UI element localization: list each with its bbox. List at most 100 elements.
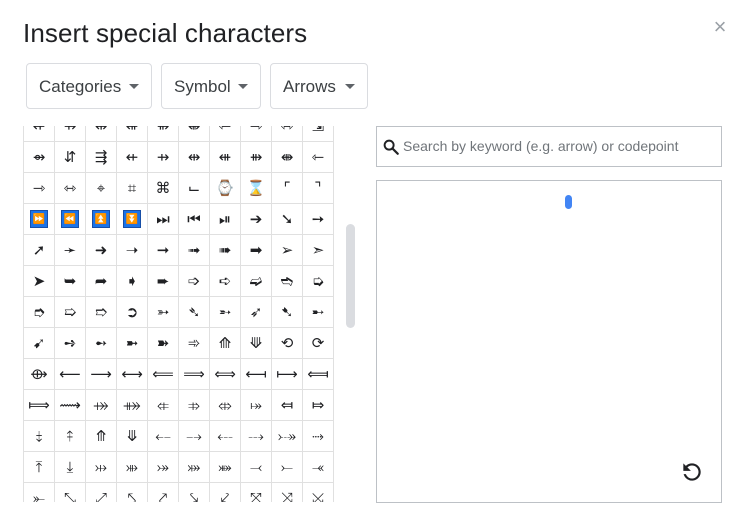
character-cell[interactable]: ➣ [303,235,334,266]
character-cell[interactable]: ⏫ [86,204,117,235]
character-cell[interactable]: ⟳ [303,328,334,359]
character-cell[interactable]: ➫ [241,266,272,297]
categories-dropdown[interactable]: Categories [26,63,152,109]
character-cell[interactable]: ➞ [148,235,179,266]
character-cell[interactable]: ⟱ [241,328,272,359]
character-cell[interactable]: ⏮ [179,204,210,235]
character-cell[interactable]: ⤒ [24,452,55,483]
character-cell[interactable]: ➔ [241,204,272,235]
character-cell[interactable]: ⇺ [210,142,241,173]
character-cell[interactable]: ⇽ [303,142,334,173]
character-cell[interactable]: ⇹ [86,126,117,142]
character-cell[interactable]: ⌖ [86,173,117,204]
character-cell[interactable]: ➾ [179,328,210,359]
character-cell[interactable]: ⟶ [86,359,117,390]
character-cell[interactable]: ⟻ [241,359,272,390]
character-cell[interactable]: ➤ [24,266,55,297]
character-cell[interactable]: ➡ [241,235,272,266]
character-cell[interactable]: ⌛ [241,173,272,204]
character-cell[interactable]: ➬ [272,266,303,297]
character-cell[interactable]: ⏪ [55,204,86,235]
character-cell[interactable]: ⤌ [148,421,179,452]
character-cell[interactable]: ⇶ [86,142,117,173]
character-cell[interactable]: ➺ [55,328,86,359]
character-cell[interactable]: ⏭ [148,204,179,235]
close-icon[interactable]: × [710,16,730,38]
character-cell[interactable]: ⟼ [272,359,303,390]
character-cell[interactable]: ➻ [86,328,117,359]
character-cell[interactable]: ⤊ [86,421,117,452]
character-cell[interactable]: ⤢ [86,483,117,502]
grid-scrollbar[interactable] [346,224,355,328]
character-cell[interactable]: ⤚ [272,452,303,483]
character-cell[interactable]: ⏯ [210,204,241,235]
character-cell[interactable]: ⇵ [55,142,86,173]
character-cell[interactable]: ⇾ [24,173,55,204]
search-box[interactable] [376,126,722,167]
character-cell[interactable]: ➪ [210,266,241,297]
character-cell[interactable]: ⟵ [55,359,86,390]
character-cell[interactable]: ⟾ [24,390,55,421]
character-cell[interactable]: ⤓ [55,452,86,483]
character-cell[interactable]: ⌗ [117,173,148,204]
character-cell[interactable]: ⤄ [210,390,241,421]
character-cell[interactable]: ⤦ [210,483,241,502]
character-cell[interactable]: ➯ [55,297,86,328]
character-cell[interactable]: ⇼ [179,126,210,142]
character-cell[interactable]: ⟲ [272,328,303,359]
character-cell[interactable]: ➷ [272,297,303,328]
character-cell[interactable]: ⤛ [303,452,334,483]
character-cell[interactable]: ⤕ [117,452,148,483]
character-cell[interactable]: ➱ [86,297,117,328]
character-cell[interactable]: ➧ [117,266,148,297]
character-cell[interactable]: ➭ [303,266,334,297]
character-cell[interactable]: ⇹ [179,142,210,173]
character-cell[interactable]: ⤆ [272,390,303,421]
character-cell[interactable]: ⇿ [272,126,303,142]
character-cell[interactable]: ➥ [55,266,86,297]
character-cell[interactable]: ➜ [86,235,117,266]
character-cell[interactable]: ⤇ [303,390,334,421]
character-cell[interactable]: ➶ [241,297,272,328]
character-cell[interactable]: ⤩ [303,483,334,502]
character-cell[interactable]: ⤖ [148,452,179,483]
character-cell[interactable]: ⌝ [303,173,334,204]
character-cell[interactable]: ⤥ [179,483,210,502]
character-cell[interactable]: ➴ [179,297,210,328]
type-dropdown[interactable]: Symbol [161,63,261,109]
search-input[interactable] [403,133,713,159]
character-cell[interactable]: ⌚ [210,173,241,204]
character-cell[interactable]: ⤎ [210,421,241,452]
character-cell[interactable]: ⟿ [55,390,86,421]
character-cell[interactable]: ➲ [117,297,148,328]
character-cell[interactable]: ➽ [148,328,179,359]
character-cell[interactable]: ⇽ [210,126,241,142]
character-cell[interactable]: ➟ [179,235,210,266]
character-cell[interactable]: ⤋ [117,421,148,452]
character-cell[interactable]: ⌙ [179,173,210,204]
character-cell[interactable]: ⟷ [117,359,148,390]
character-cell[interactable]: ⌘ [148,173,179,204]
character-cell[interactable]: ➛ [55,235,86,266]
character-cell[interactable]: ➝ [117,235,148,266]
character-cell[interactable]: ➳ [148,297,179,328]
character-cell[interactable]: ⤨ [272,483,303,502]
character-cell[interactable]: ⤅ [241,390,272,421]
character-cell[interactable]: ➦ [86,266,117,297]
character-cell[interactable]: ➵ [210,297,241,328]
character-cell[interactable]: ⇲ [303,126,334,142]
character-cell[interactable]: ⤍ [179,421,210,452]
character-cell[interactable]: ⤃ [179,390,210,421]
character-cell[interactable]: ⤧ [241,483,272,502]
character-cell[interactable]: ⇿ [55,173,86,204]
character-cell[interactable]: ⌜ [272,173,303,204]
character-cell[interactable]: ⤀ [86,390,117,421]
character-cell[interactable]: ➹ [24,328,55,359]
character-cell[interactable]: ➚ [24,235,55,266]
character-cell[interactable]: ⤂ [148,390,179,421]
character-cell[interactable]: ➼ [117,328,148,359]
character-cell[interactable]: ⇷ [24,126,55,142]
character-cell[interactable]: ➨ [148,266,179,297]
character-cell[interactable]: ➙ [303,204,334,235]
character-cell[interactable]: ⟸ [148,359,179,390]
